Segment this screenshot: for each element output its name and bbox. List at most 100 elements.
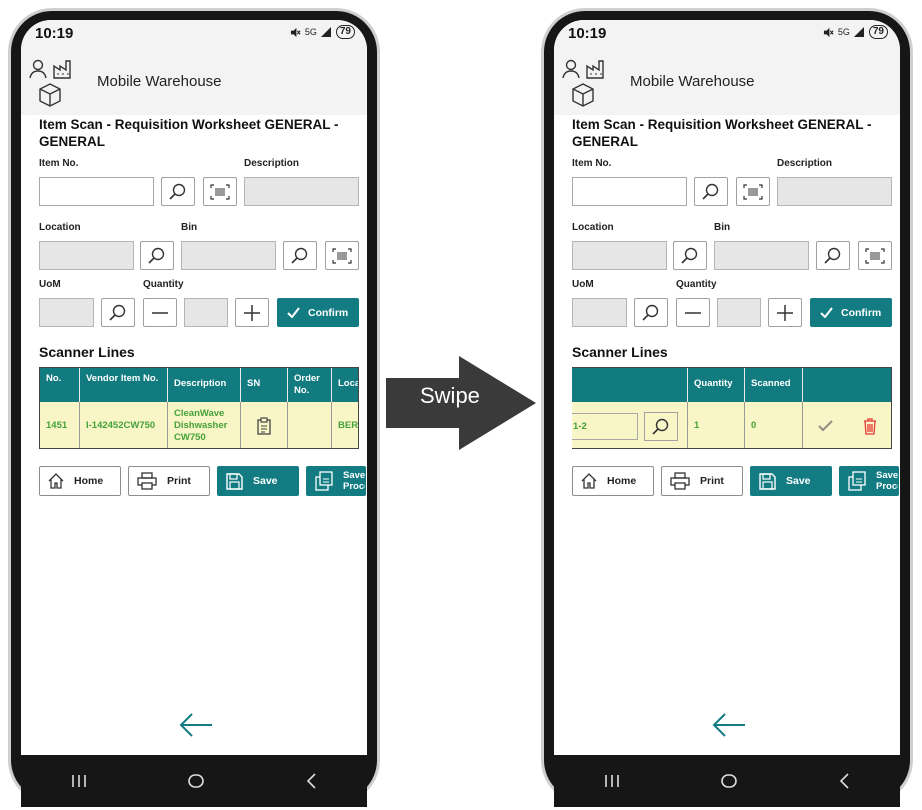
bin-barcode-button[interactable]	[858, 241, 892, 270]
uom-search-button[interactable]	[101, 298, 135, 327]
bin-search-button[interactable]	[816, 241, 850, 270]
recents-icon[interactable]	[71, 774, 87, 788]
save-process-icon	[848, 471, 866, 491]
barcode-icon	[332, 247, 352, 264]
quantity-decrement-button[interactable]	[676, 298, 710, 327]
clipboard-icon[interactable]	[257, 416, 271, 435]
description-field	[244, 177, 359, 206]
cell-actions	[803, 402, 891, 448]
cell-description: CleanWave Dishwasher CW750	[168, 402, 241, 448]
user-icon[interactable]	[29, 59, 47, 79]
search-icon	[642, 304, 659, 321]
android-nav-bar	[554, 755, 900, 807]
quantity-label: Quantity	[143, 279, 184, 290]
item-scan-form: Item Scan - Requisition Worksheet GENERA…	[572, 116, 899, 496]
plus-icon	[244, 304, 260, 321]
location-field[interactable]	[572, 241, 667, 270]
uom-search-button[interactable]	[634, 298, 668, 327]
column-header: Order No.	[288, 368, 332, 402]
trash-icon[interactable]	[863, 417, 877, 435]
scanner-lines-title: Scanner Lines	[572, 344, 668, 360]
back-arrow-icon[interactable]	[712, 712, 746, 738]
barcode-icon	[743, 183, 763, 200]
minus-icon	[152, 311, 168, 314]
cell-vendor-item-no: I-142452CW750	[80, 402, 168, 448]
item-no-input[interactable]	[572, 177, 687, 206]
back-nav-icon[interactable]	[305, 773, 317, 789]
search-icon	[148, 247, 165, 264]
factory-icon[interactable]	[53, 59, 75, 79]
home-nav-icon[interactable]	[721, 773, 737, 789]
confirm-button[interactable]: Confirm	[277, 298, 359, 327]
save-button[interactable]: Save	[217, 466, 299, 496]
battery-level: 79	[335, 25, 355, 39]
quantity-field[interactable]	[717, 298, 761, 327]
search-icon	[169, 183, 186, 200]
recents-icon[interactable]	[604, 774, 620, 788]
home-button[interactable]: Home	[572, 466, 654, 496]
quantity-increment-button[interactable]	[235, 298, 269, 327]
bin-input[interactable]: 1-2	[572, 413, 638, 440]
item-search-button[interactable]	[694, 177, 728, 206]
save-process-button[interactable]: Save Process	[306, 466, 366, 496]
quantity-increment-button[interactable]	[768, 298, 802, 327]
home-nav-icon[interactable]	[188, 773, 204, 789]
confirm-label: Confirm	[841, 306, 882, 319]
uom-field[interactable]	[572, 298, 627, 327]
package-icon[interactable]	[572, 83, 594, 107]
quantity-decrement-button[interactable]	[143, 298, 177, 327]
save-icon	[759, 472, 776, 490]
user-icon[interactable]	[562, 59, 580, 79]
scanner-lines-table-scrolled[interactable]: Quantity Scanned 1-2 1 0	[572, 367, 892, 449]
home-button[interactable]: Home	[39, 466, 121, 496]
save-button[interactable]: Save	[750, 466, 832, 496]
location-search-button[interactable]	[673, 241, 707, 270]
quantity-field[interactable]	[184, 298, 228, 327]
item-no-input[interactable]	[39, 177, 154, 206]
location-label: Location	[39, 222, 81, 233]
app-header: Mobile Warehouse	[554, 49, 900, 115]
barcode-icon	[210, 183, 230, 200]
item-scan-form: Item Scan - Requisition Worksheet GENERA…	[39, 116, 366, 496]
save-process-icon	[315, 471, 333, 491]
bin-search-button[interactable]	[283, 241, 317, 270]
home-icon	[48, 473, 64, 489]
item-barcode-button[interactable]	[736, 177, 770, 206]
bin-label: Bin	[181, 222, 198, 233]
phone-before-swipe: 10:19 5G 79 Mobile Warehouse Item Scan -…	[8, 8, 380, 807]
location-search-button[interactable]	[140, 241, 174, 270]
save-label: Save	[253, 475, 278, 487]
column-header: SN	[241, 368, 288, 402]
minus-icon	[685, 311, 701, 314]
bin-row-search-button[interactable]	[644, 412, 678, 441]
check-icon[interactable]	[818, 419, 833, 432]
uom-field[interactable]	[39, 298, 94, 327]
item-search-button[interactable]	[161, 177, 195, 206]
back-arrow-icon[interactable]	[179, 712, 213, 738]
package-icon[interactable]	[39, 83, 61, 107]
check-icon	[287, 307, 300, 318]
plus-icon	[777, 304, 793, 321]
page-title: Item Scan - Requisition Worksheet GENERA…	[572, 117, 872, 149]
back-nav-icon[interactable]	[838, 773, 850, 789]
swipe-label: Swipe	[420, 383, 480, 408]
bin-field[interactable]	[714, 241, 809, 270]
cell-sn[interactable]	[241, 402, 288, 448]
bin-field[interactable]	[181, 241, 276, 270]
cell-order-no	[288, 402, 332, 448]
home-label: Home	[74, 475, 104, 487]
printer-icon	[137, 472, 157, 490]
save-process-label: Save Process	[876, 470, 898, 492]
confirm-button[interactable]: Confirm	[810, 298, 892, 327]
factory-icon[interactable]	[586, 59, 608, 79]
bin-barcode-button[interactable]	[325, 241, 359, 270]
save-process-button[interactable]: Save Process	[839, 466, 899, 496]
scanner-lines-table: No. Vendor Item No. Description SN Order…	[39, 367, 359, 449]
location-field[interactable]	[39, 241, 134, 270]
status-time: 10:19	[568, 25, 607, 42]
app-header: Mobile Warehouse	[21, 49, 367, 115]
column-header	[803, 368, 891, 402]
item-barcode-button[interactable]	[203, 177, 237, 206]
print-button[interactable]: Print	[661, 466, 743, 496]
print-button[interactable]: Print	[128, 466, 210, 496]
